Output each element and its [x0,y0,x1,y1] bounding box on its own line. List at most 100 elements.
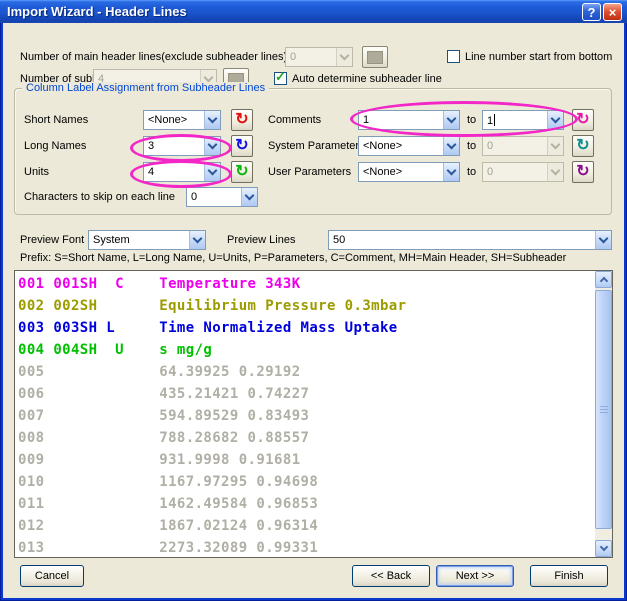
chevron-down-icon [443,137,459,155]
close-button[interactable]: × [603,3,622,21]
user-parameters-from-combo[interactable]: <None> [358,162,460,182]
combo-value: <None> [359,163,443,181]
combo-value: 1 [483,111,547,129]
comments-to-combo[interactable]: 1 [482,110,564,130]
cancel-button[interactable]: Cancel [20,565,84,587]
text-caret [494,114,495,126]
refresh-icon: ↻ [576,164,589,180]
comments-to-word: to [467,114,476,126]
chevron-down-icon [547,137,563,155]
units-combo[interactable]: 4 [143,162,221,182]
chevron-up-icon [599,277,607,285]
auto-determine-label: Auto determine subheader line [292,73,442,85]
preview-lines-label: Preview Lines [227,234,295,246]
refresh-icon: ↻ [235,112,248,128]
user-parameters-label: User Parameters [268,166,351,178]
preview-row: 003 003SH L Time Normalized Mass Uptake [18,317,593,339]
short-names-label: Short Names [24,114,88,126]
units-refresh-button[interactable]: ↻ [231,161,253,183]
long-names-combo[interactable]: 3 [143,136,221,156]
chevron-down-icon [547,163,563,181]
user-parameters-refresh-button[interactable]: ↻ [572,161,594,183]
preview-row: 004 004SH U s mg/g [18,339,593,361]
comments-label: Comments [268,114,321,126]
import-wizard-dialog: Import Wizard - Header Lines ? × Number … [0,0,627,601]
preview-row: 008 788.28682 0.88557 [18,427,593,449]
combo-value: 50 [329,231,595,249]
preview-lines: 001 001SH C Temperature 343K002 002SH Eq… [18,273,593,557]
auto-determine-checkbox[interactable]: ✓ [274,72,287,85]
close-icon: × [609,5,617,20]
combo-value: System [89,231,189,249]
main-header-apply-button [362,46,388,68]
combo-value: 0 [286,48,336,66]
chevron-down-icon [547,111,563,129]
preview-row: 009 931.9998 0.91681 [18,449,593,471]
preview-lines-combo[interactable]: 50 [328,230,612,250]
preview-row: 013 2273.32089 0.99331 [18,537,593,557]
next-button[interactable]: Next >> [436,565,514,587]
chevron-down-icon [189,231,205,249]
system-parameters-label: System Parameters [268,140,365,152]
chevron-down-icon [443,111,459,129]
refresh-icon: ↻ [235,138,248,154]
preview-row: 012 1867.02124 0.96314 [18,515,593,537]
line-number-bottom-label: Line number start from bottom [465,51,612,63]
combo-value: 4 [144,163,204,181]
combo-value: <None> [359,137,443,155]
user-parameters-to-combo: 0 [482,162,564,182]
finish-button[interactable]: Finish [530,565,608,587]
combo-value: 0 [483,163,547,181]
back-button[interactable]: << Back [352,565,430,587]
preview-row: 001 001SH C Temperature 343K [18,273,593,295]
titlebar[interactable]: Import Wizard - Header Lines ? × [0,0,627,23]
preview-row: 011 1462.49584 0.96853 [18,493,593,515]
preview-row: 006 435.21421 0.74227 [18,383,593,405]
skip-characters-label: Characters to skip on each line [24,191,175,203]
chevron-down-icon [595,231,611,249]
chevron-down-icon [336,48,352,66]
line-number-bottom-checkbox[interactable] [447,50,460,63]
window-title: Import Wizard - Header Lines [7,4,187,19]
blank-icon [367,51,383,64]
chevron-down-icon [204,137,220,155]
refresh-icon: ↻ [235,164,248,180]
scroll-down-button[interactable] [595,540,612,557]
combo-value: 3 [144,137,204,155]
preview-pane: 001 001SH C Temperature 343K002 002SH Eq… [14,270,613,558]
chevron-down-icon [443,163,459,181]
long-names-label: Long Names [24,140,86,152]
chevron-down-icon [204,111,220,129]
preview-row: 005 64.39925 0.29192 [18,361,593,383]
units-label: Units [24,166,49,178]
combo-value: 0 [187,188,241,206]
titlebar-buttons: ? × [582,3,622,21]
combo-value: 1 [359,111,443,129]
refresh-icon: ↻ [576,138,589,154]
preview-row: 007 594.89529 0.83493 [18,405,593,427]
dialog-body: Number of main header lines(exclude subh… [3,23,624,598]
thumb-grip-icon [600,406,608,413]
help-button[interactable]: ? [582,3,601,21]
preview-font-label: Preview Font [20,234,84,246]
system-parameters-from-combo[interactable]: <None> [358,136,460,156]
user-parameters-to-word: to [467,166,476,178]
comments-refresh-button[interactable]: ↻ [572,109,594,131]
system-parameters-to-combo: 0 [482,136,564,156]
preview-font-combo[interactable]: System [88,230,206,250]
scroll-up-button[interactable] [595,271,612,288]
system-parameters-refresh-button[interactable]: ↻ [572,135,594,157]
skip-characters-combo[interactable]: 0 [186,187,258,207]
scrollbar-thumb[interactable] [595,290,612,529]
chevron-down-icon [599,543,607,551]
long-names-refresh-button[interactable]: ↻ [231,135,253,157]
preview-row: 010 1167.97295 0.94698 [18,471,593,493]
main-header-lines-label: Number of main header lines(exclude subh… [20,51,287,63]
system-parameters-to-word: to [467,140,476,152]
short-names-combo[interactable]: <None> [143,110,221,130]
preview-scrollbar[interactable] [595,271,612,557]
short-names-refresh-button[interactable]: ↻ [231,109,253,131]
main-header-lines-combo: 0 [285,47,353,67]
comments-from-combo[interactable]: 1 [358,110,460,130]
chevron-down-icon [204,163,220,181]
